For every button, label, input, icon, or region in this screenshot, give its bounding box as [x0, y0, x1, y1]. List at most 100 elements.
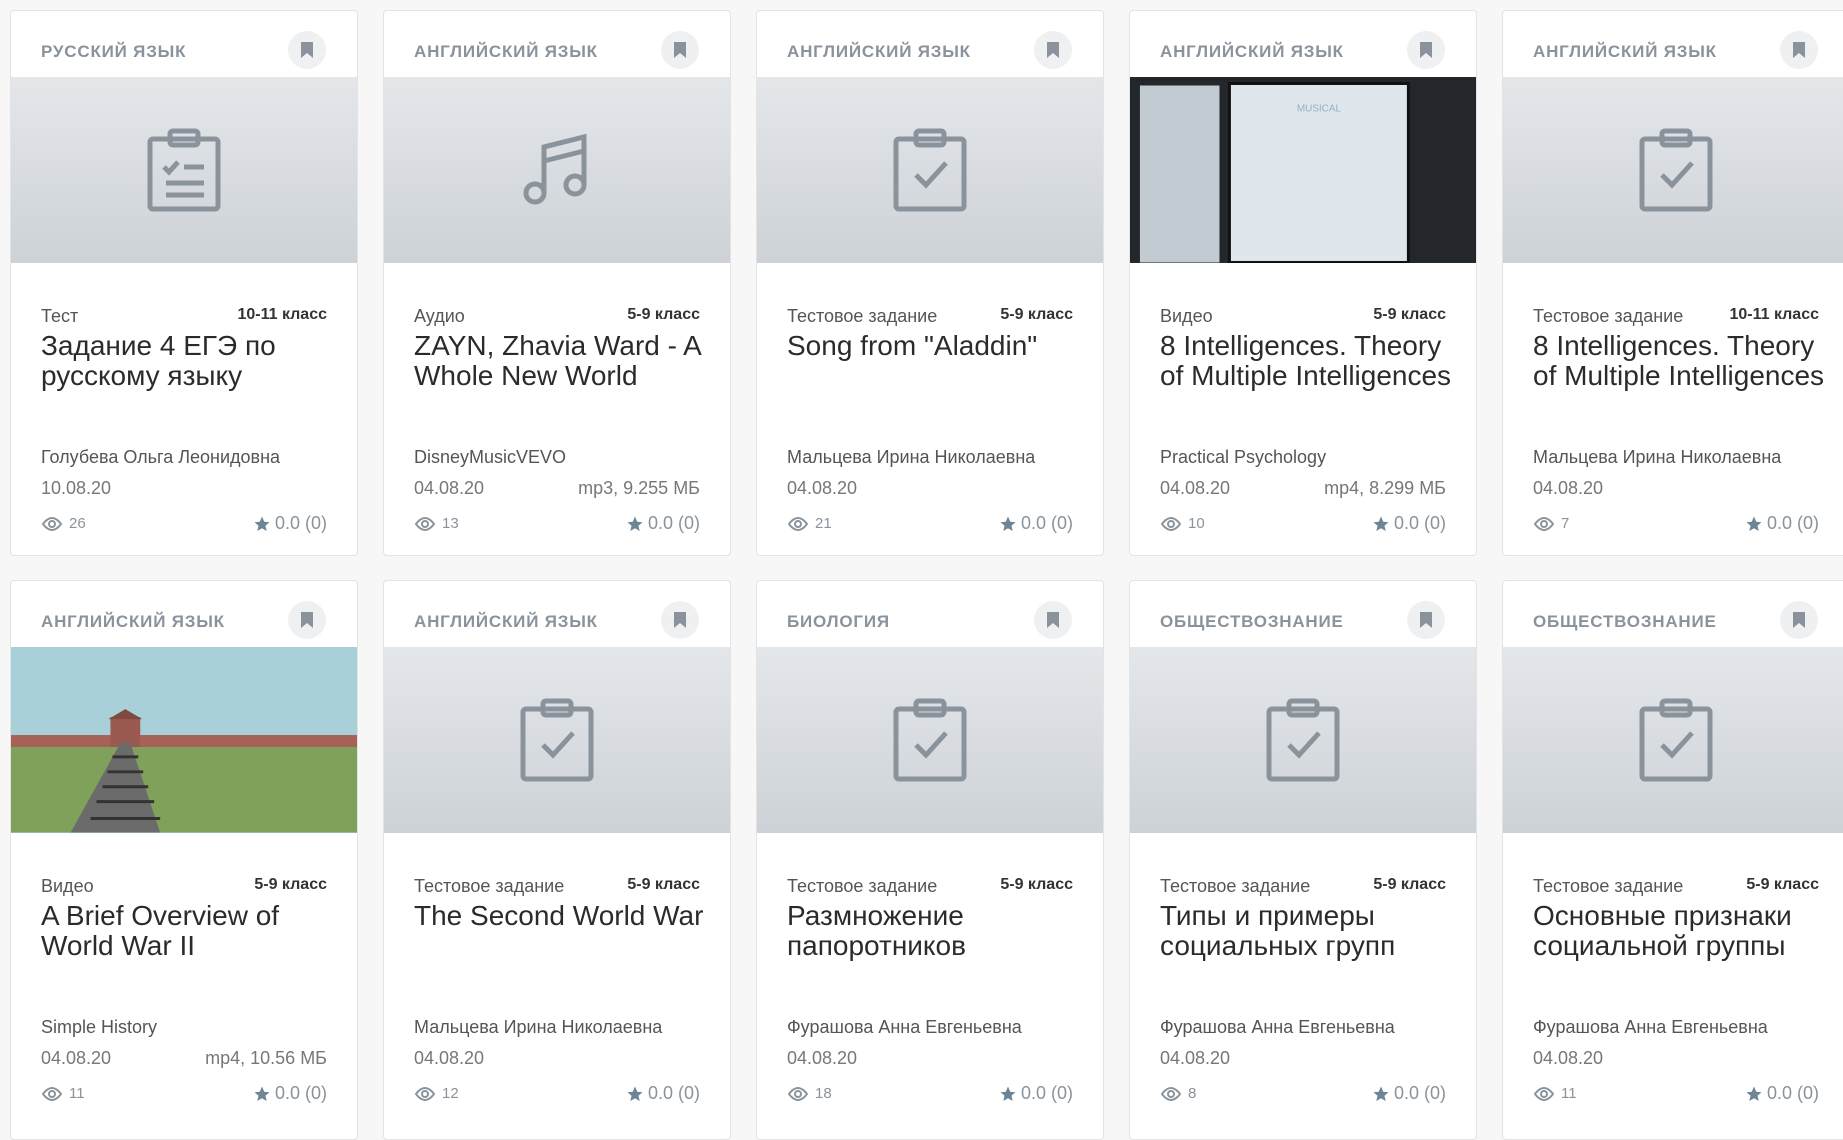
card-thumbnail[interactable] — [11, 77, 357, 263]
publish-date: 04.08.20 — [414, 1048, 485, 1068]
material-title[interactable]: A Brief Overview of World War II — [41, 901, 337, 961]
material-card[interactable]: РУССКИЙ ЯЗЫК Тест 10-11 класс Задание 4 Е… — [10, 10, 358, 556]
video-thumbnail[interactable]: MUSICAL — [1130, 77, 1476, 263]
rating: 0.0 (0) — [999, 513, 1073, 534]
file-info: mp4, 10.56 МБ — [205, 1048, 327, 1068]
clipboard-check-icon — [893, 128, 967, 212]
material-card[interactable]: АНГЛИЙСКИЙ ЯЗЫК Аудио 5-9 класс ZAYN, Zha… — [383, 10, 731, 556]
bookmark-button[interactable] — [1034, 31, 1072, 69]
views-icon — [1160, 1086, 1182, 1101]
author-name[interactable]: Голубева Ольга Леонидовна — [41, 447, 327, 468]
video-landscape-image — [11, 647, 357, 833]
material-title[interactable]: 8 Intelligences. Theory of Multiple Inte… — [1533, 331, 1829, 391]
bookmark-icon — [674, 612, 686, 628]
material-card[interactable]: АНГЛИЙСКИЙ ЯЗЫК Тестовое задание 5-9 клас… — [756, 10, 1104, 556]
star-icon — [1000, 1086, 1016, 1101]
star-icon — [1373, 516, 1389, 531]
card-thumbnail[interactable] — [384, 77, 730, 263]
author-name[interactable]: Simple History — [41, 1017, 327, 1038]
author-name[interactable]: Мальцева Ирина Николаевна — [787, 447, 1073, 468]
subject-label: РУССКИЙ ЯЗЫК — [41, 42, 187, 61]
material-title[interactable]: Задание 4 ЕГЭ по русскому языку — [41, 331, 337, 391]
rating-value: 0.0 (0) — [1393, 1083, 1446, 1103]
material-card[interactable]: АНГЛИЙСКИЙ ЯЗЫК Видео 5-9 класс A Brief O… — [10, 580, 358, 1140]
bookmark-button[interactable] — [1407, 601, 1445, 639]
card-thumbnail[interactable] — [1503, 647, 1843, 833]
rating: 0.0 (0) — [999, 1083, 1073, 1104]
file-info: mp4, 8.299 МБ — [1324, 478, 1446, 498]
material-card[interactable]: АНГЛИЙСКИЙ ЯЗЫК Тестовое задание 10-11 кл… — [1502, 10, 1843, 556]
card-thumbnail[interactable] — [757, 77, 1103, 263]
card-thumbnail[interactable] — [1130, 647, 1476, 833]
card-thumbnail[interactable] — [384, 647, 730, 833]
material-title[interactable]: ZAYN, Zhavia Ward - A Whole New World — [414, 331, 710, 391]
material-title[interactable]: 8 Intelligences. Theory of Multiple Inte… — [1160, 331, 1456, 391]
rating: 0.0 (0) — [253, 1083, 327, 1104]
bookmark-icon — [1420, 612, 1432, 628]
music-note-icon — [523, 133, 587, 205]
author-name[interactable]: Мальцева Ирина Николаевна — [414, 1017, 700, 1038]
material-title[interactable]: Размножение папоротников — [787, 901, 1083, 961]
author-name[interactable]: Фурашова Анна Евгеньевна — [787, 1017, 1073, 1038]
card-thumbnail[interactable] — [757, 647, 1103, 833]
author-name[interactable]: Фурашова Анна Евгеньевна — [1533, 1017, 1819, 1038]
author-name[interactable]: Фурашова Анна Евгеньевна — [1160, 1017, 1446, 1038]
clipboard-check-icon — [1266, 698, 1340, 782]
views-icon — [787, 1086, 809, 1101]
subject-label: АНГЛИЙСКИЙ ЯЗЫК — [1533, 42, 1717, 61]
card-header: АНГЛИЙСКИЙ ЯЗЫК — [384, 581, 730, 647]
bookmark-button[interactable] — [661, 31, 699, 69]
bookmark-button[interactable] — [1034, 601, 1072, 639]
material-card[interactable]: ОБЩЕСТВОЗНАНИЕ Тестовое задание 5-9 класс… — [1129, 580, 1477, 1140]
material-card[interactable]: ОБЩЕСТВОЗНАНИЕ Тестовое задание 5-9 класс… — [1502, 580, 1843, 1140]
card-thumbnail[interactable] — [1503, 77, 1843, 263]
bookmark-icon — [1047, 612, 1059, 628]
views-counter: 13 — [414, 515, 459, 532]
material-card[interactable]: АНГЛИЙСКИЙ ЯЗЫК MUSICAL Видео 5-9 класс 8… — [1129, 10, 1477, 556]
grade-label: 5-9 класс — [1373, 876, 1446, 893]
clipboard-check-icon — [893, 698, 967, 782]
author-name[interactable]: Мальцева Ирина Николаевна — [1533, 447, 1819, 468]
star-icon — [627, 1086, 643, 1101]
card-header: АНГЛИЙСКИЙ ЯЗЫК — [11, 581, 357, 647]
author-name[interactable]: Practical Psychology — [1160, 447, 1446, 468]
material-title[interactable]: Основные признаки социальной группы — [1533, 901, 1829, 961]
rating-value: 0.0 (0) — [274, 1083, 327, 1103]
views-count: 11 — [69, 1085, 85, 1102]
material-type: Тестовое задание — [787, 306, 938, 326]
bookmark-button[interactable] — [288, 601, 326, 639]
material-title[interactable]: The Second World War — [414, 901, 710, 931]
views-icon — [41, 516, 63, 531]
star-icon — [1000, 516, 1016, 531]
clipboard-check-icon — [1639, 128, 1713, 212]
material-type: Тестовое задание — [1160, 876, 1311, 896]
video-thumbnail[interactable] — [11, 647, 357, 833]
rating-value: 0.0 (0) — [1020, 513, 1073, 533]
card-header: АНГЛИЙСКИЙ ЯЗЫК — [384, 11, 730, 77]
bookmark-icon — [1793, 42, 1805, 58]
video-frame-image: MUSICAL — [1130, 77, 1476, 263]
bookmark-icon — [1793, 612, 1805, 628]
bookmark-button[interactable] — [661, 601, 699, 639]
rating: 0.0 (0) — [626, 513, 700, 534]
bookmark-button[interactable] — [1780, 31, 1818, 69]
material-card[interactable]: АНГЛИЙСКИЙ ЯЗЫК Тестовое задание 5-9 клас… — [383, 580, 731, 1140]
material-title[interactable]: Типы и примеры социальных групп — [1160, 901, 1456, 961]
star-icon — [627, 516, 643, 531]
card-header: АНГЛИЙСКИЙ ЯЗЫК — [757, 11, 1103, 77]
subject-label: АНГЛИЙСКИЙ ЯЗЫК — [41, 612, 225, 631]
material-title[interactable]: Song from "Aladdin" — [787, 331, 1083, 361]
bookmark-button[interactable] — [288, 31, 326, 69]
rating: 0.0 (0) — [1372, 513, 1446, 534]
card-header: ОБЩЕСТВОЗНАНИЕ — [1503, 581, 1843, 647]
author-name[interactable]: DisneyMusicVEVO — [414, 447, 700, 468]
rating-value: 0.0 (0) — [1766, 1083, 1819, 1103]
subject-label: АНГЛИЙСКИЙ ЯЗЫК — [1160, 42, 1344, 61]
bookmark-button[interactable] — [1780, 601, 1818, 639]
bookmark-button[interactable] — [1407, 31, 1445, 69]
publish-date: 04.08.20 — [787, 478, 858, 498]
views-counter: 11 — [41, 1085, 85, 1102]
bookmark-icon — [674, 42, 686, 58]
grade-label: 5-9 класс — [1000, 306, 1073, 323]
material-card[interactable]: БИОЛОГИЯ Тестовое задание 5-9 класс Размн… — [756, 580, 1104, 1140]
